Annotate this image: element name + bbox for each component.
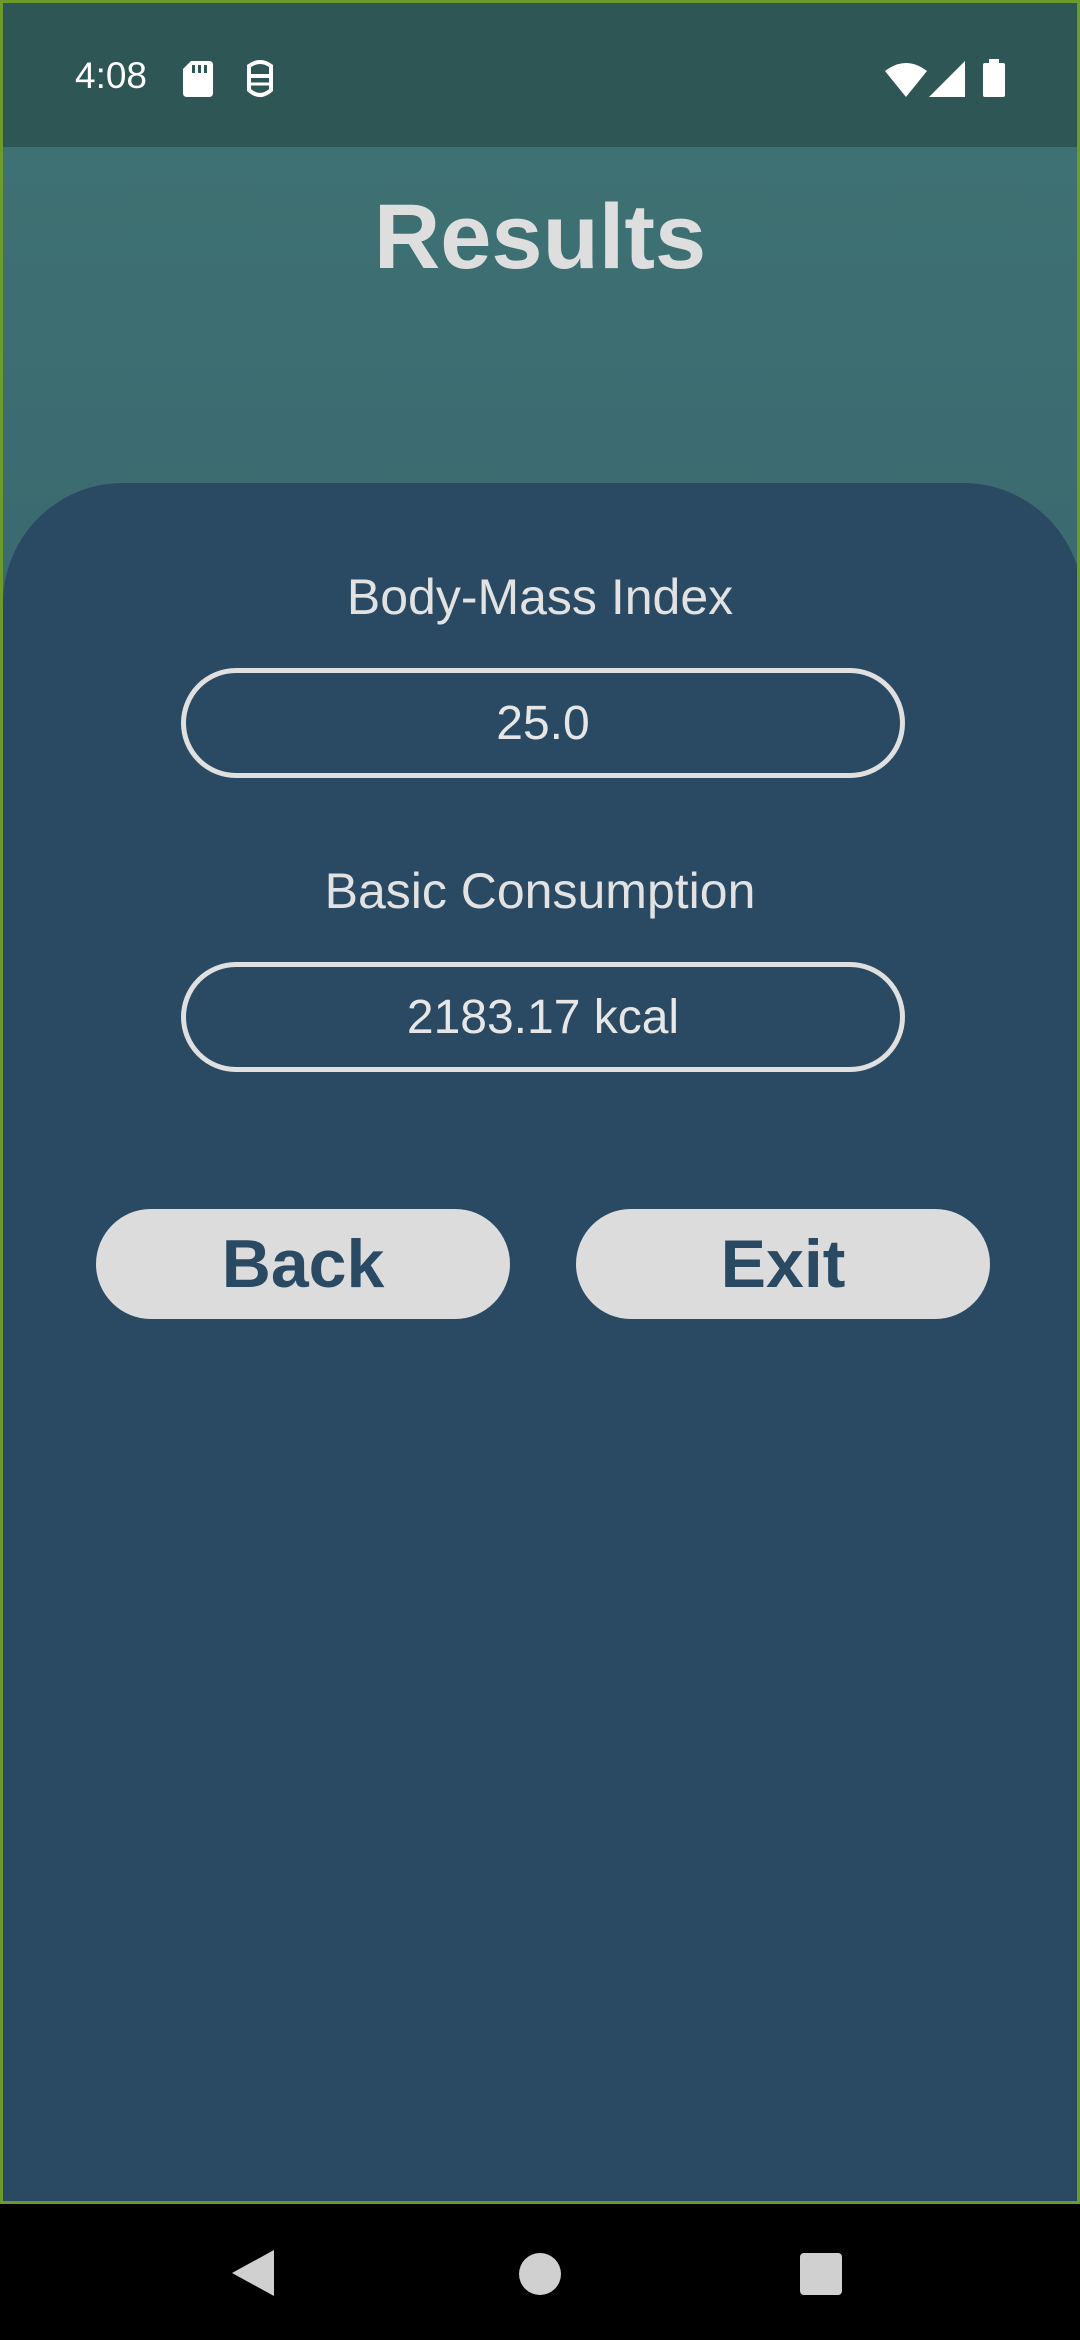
back-button[interactable]: Back xyxy=(96,1209,510,1319)
sd-card-icon xyxy=(183,61,213,97)
bmi-value-field: 25.0 xyxy=(181,668,905,778)
consumption-value-field: 2183.17 kcal xyxy=(181,962,905,1072)
bmi-label: Body-Mass Index xyxy=(346,569,734,625)
nav-recents-icon[interactable] xyxy=(800,2253,842,2295)
exit-button[interactable]: Exit xyxy=(576,1209,990,1319)
consumption-label: Basic Consumption xyxy=(324,863,756,919)
nav-home-icon[interactable] xyxy=(518,2252,562,2296)
assistant-icon xyxy=(247,60,273,97)
wifi-icon xyxy=(885,63,927,97)
signal-icon xyxy=(929,61,965,97)
page-title: Results xyxy=(373,186,707,288)
status-time: 4:08 xyxy=(75,55,148,96)
battery-icon xyxy=(983,59,1005,97)
app-screen: 4:08 Results Body-Mass Index 25.0 Basic … xyxy=(0,0,1080,2204)
nav-back-icon[interactable] xyxy=(232,2250,274,2296)
status-bar: 4:08 xyxy=(3,3,1077,147)
